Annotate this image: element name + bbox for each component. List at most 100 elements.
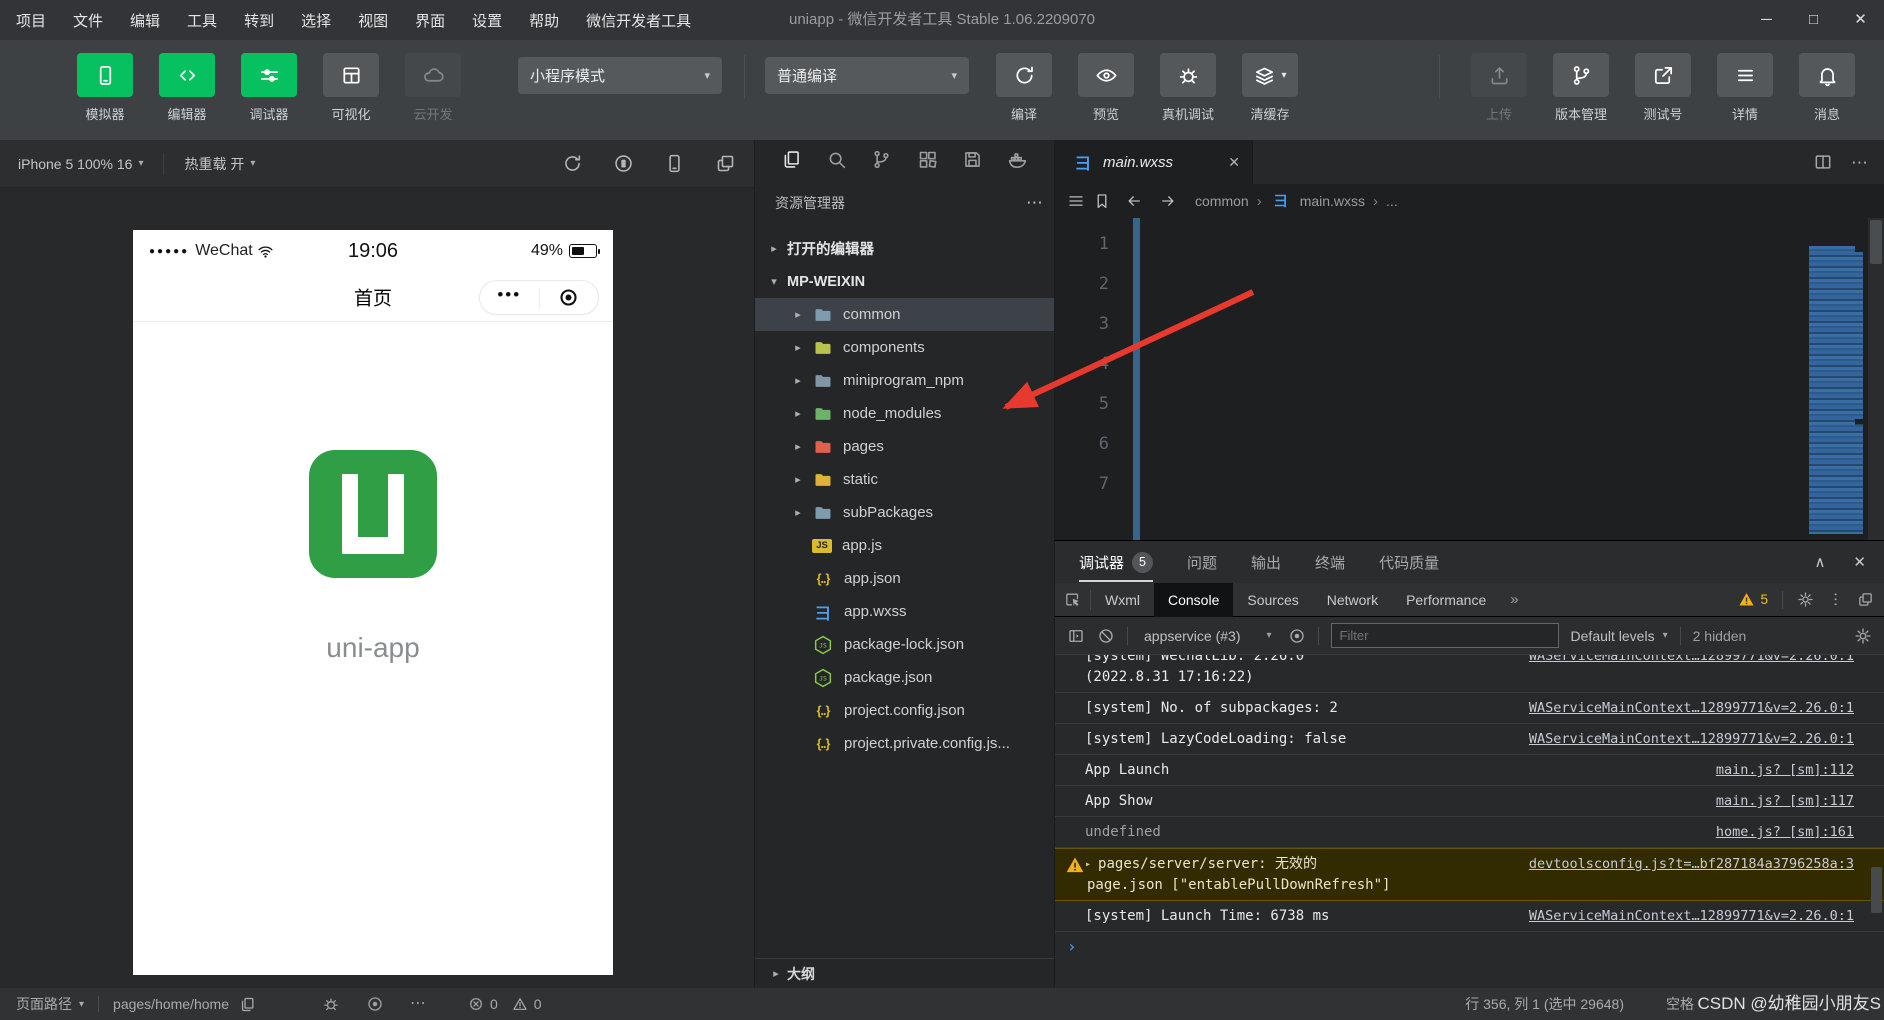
eye-button[interactable]: 预览 <box>1073 53 1139 123</box>
tree-folder-subPackages[interactable]: ▸ subPackages <box>755 496 1054 529</box>
debugger-tab-3[interactable]: 终端 <box>1315 552 1345 573</box>
code-button[interactable]: 编辑器 <box>154 53 220 123</box>
activity-search[interactable] <box>826 149 847 175</box>
expand-icon[interactable]: ▸ <box>1085 854 1091 875</box>
console-settings-icon[interactable] <box>1854 627 1872 645</box>
cursor-position[interactable]: 行 356, 列 1 (选中 29648) <box>1465 994 1624 1014</box>
console-scrollbar[interactable] <box>1871 867 1882 913</box>
menu-item-3[interactable]: 工具 <box>187 10 217 31</box>
capsule-close-icon[interactable] <box>540 287 599 308</box>
tab-close-icon[interactable]: ✕ <box>1228 154 1240 171</box>
menu-item-6[interactable]: 视图 <box>358 10 388 31</box>
tree-file-project.config.json[interactable]: {..} project.config.json <box>755 694 1054 727</box>
navigate-back-icon[interactable] <box>1125 192 1143 210</box>
statusbar-preview-icon[interactable] <box>366 995 384 1013</box>
menu-item-8[interactable]: 设置 <box>472 10 502 31</box>
console-source-link[interactable]: WAServiceMainContext…12899771&v=2.26.0:1 <box>1529 729 1854 750</box>
tree-folder-node_modules[interactable]: ▸ node_modules <box>755 397 1054 430</box>
inspect-element-icon[interactable] <box>1064 591 1081 608</box>
tree-section-root[interactable]: ▾ MP-WEIXIN <box>755 265 1054 298</box>
close-button[interactable]: ✕ <box>1837 0 1884 40</box>
breadcrumb-folder[interactable]: common <box>1195 193 1249 209</box>
minimize-button[interactable]: ─ <box>1743 0 1790 40</box>
console-prompt[interactable]: › <box>1055 932 1884 963</box>
menu-item-4[interactable]: 转到 <box>244 10 274 31</box>
devtools-tab-Console[interactable]: Console <box>1154 582 1234 617</box>
activity-files[interactable] <box>781 149 802 175</box>
menu-item-1[interactable]: 文件 <box>73 10 103 31</box>
menu-button[interactable]: 详情 <box>1712 53 1778 123</box>
console-filter-input[interactable] <box>1330 623 1559 648</box>
menu-item-9[interactable]: 帮助 <box>529 10 559 31</box>
tree-file-app.js[interactable]: JS app.js <box>755 529 1054 562</box>
overflow-tabs-icon[interactable]: » <box>1500 591 1528 608</box>
split-editor-icon[interactable] <box>1813 152 1833 172</box>
tree-folder-pages[interactable]: ▸ pages <box>755 430 1054 463</box>
tree-file-project.private.config.js...[interactable]: {..} project.private.config.js... <box>755 727 1054 760</box>
more-actions-icon[interactable]: ⋯ <box>1026 193 1044 213</box>
breadcrumb-file[interactable]: main.wxss <box>1300 193 1365 209</box>
sliders-button[interactable]: 调试器 <box>236 53 302 123</box>
debugger-tab-2[interactable]: 输出 <box>1251 552 1281 573</box>
tree-folder-static[interactable]: ▸ static <box>755 463 1054 496</box>
phone-button[interactable]: 模拟器 <box>72 53 138 123</box>
menu-item-2[interactable]: 编辑 <box>130 10 160 31</box>
debugger-tab-4[interactable]: 代码质量 <box>1379 552 1439 573</box>
breadcrumb-symbol[interactable]: ... <box>1386 193 1398 209</box>
activity-save[interactable] <box>962 149 983 175</box>
indentation-setting[interactable]: 空格 <box>1666 994 1694 1014</box>
menu-item-5[interactable]: 选择 <box>301 10 331 31</box>
device-frame-icon[interactable] <box>664 153 685 174</box>
external-button[interactable]: 测试号 <box>1630 53 1696 123</box>
console-source-link[interactable]: WAServiceMainContext…12899771&v=2.26.0:1 <box>1529 655 1854 667</box>
console-source-link[interactable]: main.js? [sm]:117 <box>1716 791 1854 812</box>
outline-section[interactable]: ▸ 大纲 <box>755 958 1054 988</box>
mode-dropdown[interactable]: 小程序模式 ▾ <box>518 57 722 94</box>
editor-scrollbar[interactable] <box>1868 218 1884 540</box>
layers-button[interactable]: ▾ 清缓存 <box>1237 53 1303 123</box>
restart-icon[interactable] <box>562 153 583 174</box>
copy-path-icon[interactable] <box>239 996 256 1013</box>
device-dropdown[interactable]: iPhone 5 100% 16 ▾ <box>18 156 143 172</box>
bug-button[interactable]: 真机调试 <box>1155 53 1221 123</box>
statusbar-more-icon[interactable]: ⋯ <box>410 996 426 1012</box>
live-expression-icon[interactable] <box>1288 627 1306 645</box>
console-source-link[interactable]: home.js? [sm]:161 <box>1716 822 1854 843</box>
devtools-tab-Wxml[interactable]: Wxml <box>1091 583 1154 617</box>
outline-list-icon[interactable] <box>1067 192 1085 210</box>
tree-file-app.wxss[interactable]: 彐 app.wxss <box>755 595 1054 628</box>
tree-file-app.json[interactable]: {..} app.json <box>755 562 1054 595</box>
console-source-link[interactable]: WAServiceMainContext…12899771&v=2.26.0:1 <box>1529 906 1854 927</box>
tree-folder-common[interactable]: ▸ common <box>755 298 1054 331</box>
maximize-button[interactable]: □ <box>1790 0 1837 40</box>
tree-folder-miniprogram_npm[interactable]: ▸ miniprogram_npm <box>755 364 1054 397</box>
activity-docker[interactable] <box>1007 149 1028 175</box>
close-panel-icon[interactable]: ✕ <box>1853 553 1866 571</box>
console-source-link[interactable]: devtoolsconfig.js?t=…bf287184a3796258a:3 <box>1529 854 1854 875</box>
console-sidebar-icon[interactable] <box>1067 627 1085 645</box>
menu-item-0[interactable]: 项目 <box>16 10 46 31</box>
collapse-panel-icon[interactable]: ∧ <box>1814 553 1825 571</box>
grid-button[interactable]: 可视化 <box>318 53 384 123</box>
clear-console-icon[interactable] <box>1097 627 1115 645</box>
detach-devtools-icon[interactable] <box>1857 591 1874 608</box>
tree-folder-components[interactable]: ▸ components <box>755 331 1054 364</box>
menu-item-10[interactable]: 微信开发者工具 <box>586 10 691 31</box>
minimap[interactable] <box>1809 246 1863 534</box>
code-editor[interactable]: 1234567 <box>1055 218 1884 540</box>
hot-reload-toggle[interactable]: 热重载 开 ▾ <box>184 154 255 174</box>
debugger-tab-1[interactable]: 问题 <box>1187 552 1217 573</box>
statusbar-debug-icon[interactable] <box>322 995 340 1013</box>
activity-source-control[interactable] <box>871 149 892 175</box>
devtools-menu-icon[interactable]: ⋯ <box>1827 592 1844 607</box>
console-source-link[interactable]: WAServiceMainContext…12899771&v=2.26.0:1 <box>1529 698 1854 719</box>
debugger-tab-0[interactable]: 调试器 5 <box>1079 551 1154 582</box>
menu-item-7[interactable]: 界面 <box>415 10 445 31</box>
devtools-tab-Sources[interactable]: Sources <box>1233 583 1312 617</box>
tree-file-package.json[interactable]: JS package.json <box>755 661 1054 694</box>
console-source-link[interactable]: main.js? [sm]:112 <box>1716 760 1854 781</box>
editor-more-icon[interactable]: ⋯ <box>1851 154 1868 171</box>
stop-icon[interactable] <box>613 153 634 174</box>
detach-simulator-icon[interactable] <box>715 153 736 174</box>
branch-button[interactable]: 版本管理 <box>1548 53 1614 123</box>
